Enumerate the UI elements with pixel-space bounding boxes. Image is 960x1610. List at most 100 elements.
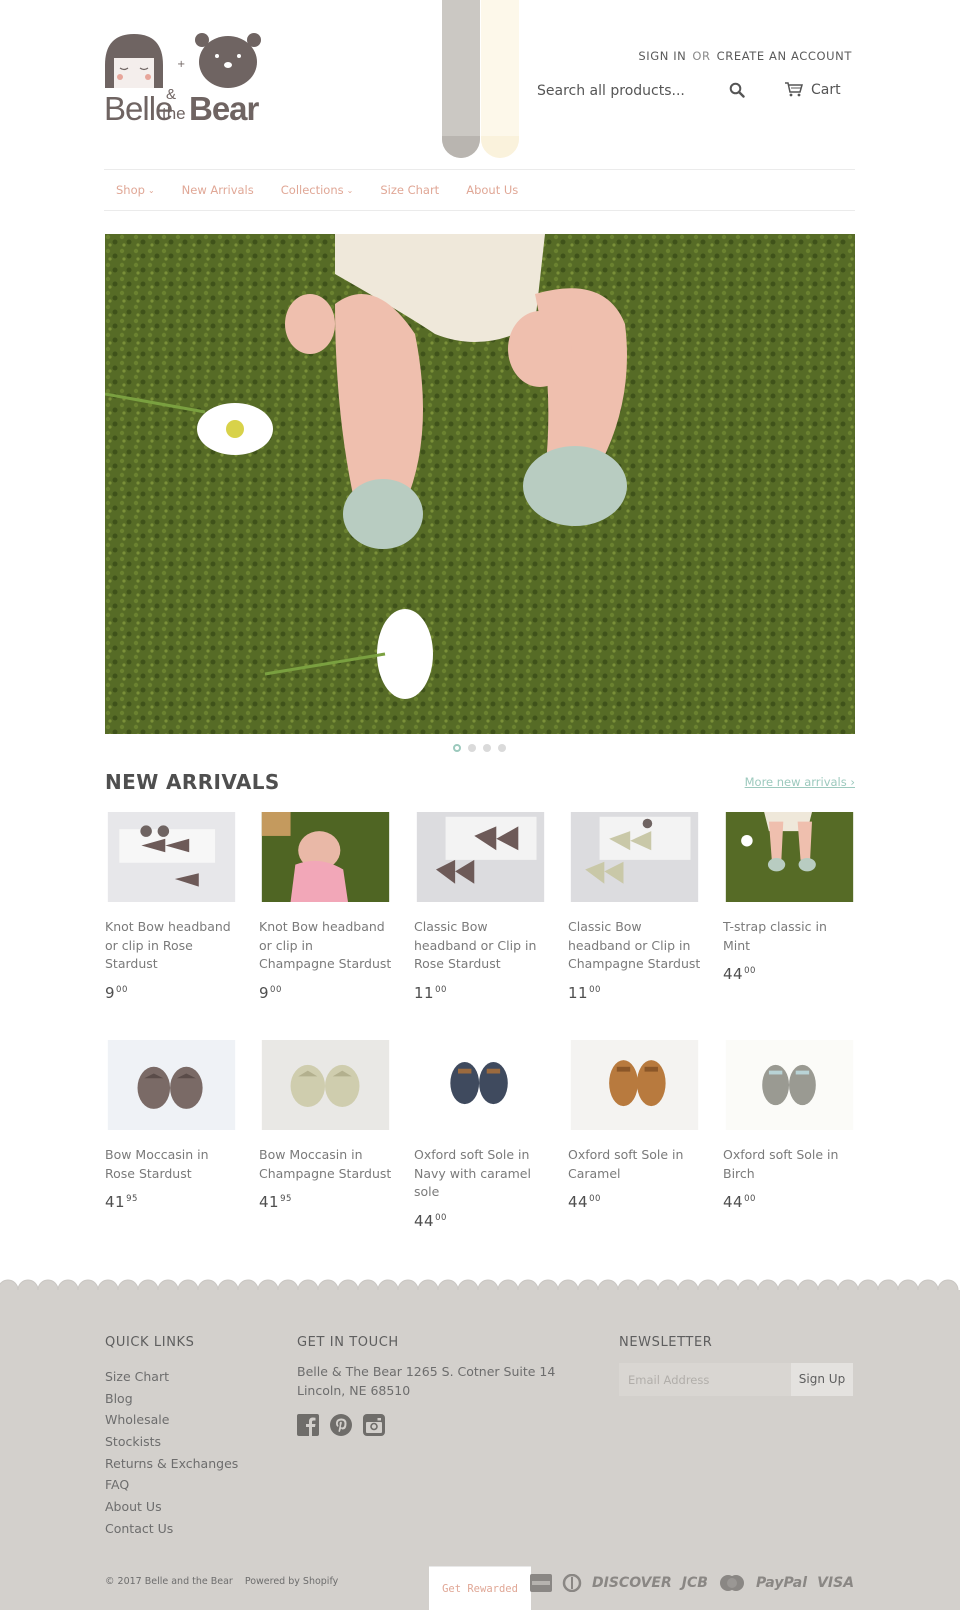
- slide-dot-2[interactable]: [468, 744, 476, 752]
- footer-link-returns[interactable]: Returns & Exchanges: [105, 1453, 238, 1475]
- footer-link-size-chart[interactable]: Size Chart: [105, 1366, 238, 1388]
- search-icon[interactable]: [729, 82, 745, 102]
- price-main: 44: [414, 1212, 435, 1231]
- instagram-icon[interactable]: [363, 1414, 385, 1436]
- product-price: 4195: [259, 1193, 392, 1211]
- product-card[interactable]: Knot Bow headband or clip in Rose Stardu…: [105, 812, 238, 1002]
- new-arrivals-title: NEW ARRIVALS: [105, 770, 280, 794]
- decorative-ribbon-cream: [481, 0, 519, 158]
- product-card[interactable]: Oxford soft Sole in Birch 4400: [723, 1040, 856, 1211]
- pinterest-icon[interactable]: [330, 1414, 352, 1436]
- search-form: [537, 80, 747, 106]
- product-card[interactable]: Oxford soft Sole in Caramel 4400: [568, 1040, 701, 1211]
- quick-links-list: Size Chart Blog Wholesale Stockists Retu…: [105, 1366, 238, 1540]
- paypal-icon: PayPal: [755, 1575, 808, 1591]
- product-name[interactable]: Knot Bow headband or clip in Champagne S…: [259, 918, 392, 974]
- search-input[interactable]: [537, 83, 717, 99]
- product-name[interactable]: Classic Bow headband or Clip in Rose Sta…: [414, 918, 547, 974]
- price-main: 44: [723, 965, 744, 984]
- product-card[interactable]: Classic Bow headband or Clip in Rose Sta…: [414, 812, 547, 1002]
- product-price: 4400: [568, 1193, 701, 1211]
- footer-link-stockists[interactable]: Stockists: [105, 1431, 238, 1453]
- product-image-classic-bow-champagne: [570, 812, 699, 902]
- product-name[interactable]: Oxford soft Sole in Caramel: [568, 1146, 701, 1183]
- nav-item-about-us[interactable]: About Us: [466, 183, 518, 197]
- payment-methods: DISCOVER JCB PayPal VISA: [530, 1574, 854, 1592]
- price-cents: 00: [744, 1194, 756, 1205]
- newsletter-title: NEWSLETTER: [619, 1335, 713, 1350]
- nav-item-collections[interactable]: Collections ⌄: [281, 183, 354, 197]
- product-image-classic-bow-rose: [416, 812, 545, 902]
- more-new-arrivals-link[interactable]: More new arrivals ›: [745, 775, 855, 789]
- footer-link-wholesale[interactable]: Wholesale: [105, 1409, 238, 1431]
- newsletter-signup-button[interactable]: Sign Up: [791, 1363, 853, 1396]
- store-address: Belle & The Bear 1265 S. Cotner Suite 14…: [297, 1364, 556, 1398]
- product-name[interactable]: T-strap classic in Mint: [723, 918, 856, 955]
- product-name[interactable]: Classic Bow headband or Clip in Champagn…: [568, 918, 701, 974]
- product-card[interactable]: Classic Bow headband or Clip in Champagn…: [568, 812, 701, 1002]
- footer-link-faq[interactable]: FAQ: [105, 1474, 238, 1496]
- product-card[interactable]: Bow Moccasin in Rose Stardust 4195: [105, 1040, 238, 1211]
- facebook-icon[interactable]: [297, 1414, 319, 1436]
- or-separator: OR: [692, 49, 711, 63]
- nav-item-shop[interactable]: Shop ⌄: [116, 183, 155, 197]
- product-name[interactable]: Bow Moccasin in Champagne Stardust: [259, 1146, 392, 1183]
- price-cents: 00: [744, 966, 756, 977]
- nav-item-new-arrivals[interactable]: New Arrivals: [182, 183, 254, 197]
- diners-icon: [562, 1574, 582, 1592]
- visa-icon: VISA: [817, 1575, 855, 1591]
- chevron-down-icon: ⌄: [346, 186, 354, 195]
- get-in-touch-title: GET IN TOUCH: [297, 1335, 399, 1350]
- product-name[interactable]: Bow Moccasin in Rose Stardust: [105, 1146, 238, 1183]
- newsletter-email-input[interactable]: [619, 1363, 791, 1396]
- cart-link[interactable]: Cart: [784, 82, 841, 98]
- newsletter-form: Sign Up: [619, 1363, 853, 1396]
- product-card[interactable]: Oxford soft Sole in Navy with caramel so…: [414, 1040, 547, 1230]
- create-account-link[interactable]: CREATE AN ACCOUNT: [717, 49, 852, 63]
- product-card[interactable]: Knot Bow headband or clip in Champagne S…: [259, 812, 392, 1002]
- amex-icon: [530, 1574, 552, 1592]
- price-main: 9: [259, 984, 270, 1003]
- product-name[interactable]: Knot Bow headband or clip in Rose Stardu…: [105, 918, 238, 974]
- social-links: [297, 1414, 385, 1436]
- footer-link-blog[interactable]: Blog: [105, 1388, 238, 1410]
- product-name[interactable]: Oxford soft Sole in Navy with caramel so…: [414, 1146, 547, 1202]
- price-main: 11: [414, 984, 435, 1003]
- product-image-t-strap-mint: [725, 812, 854, 902]
- footer-link-about-us[interactable]: About Us: [105, 1496, 238, 1518]
- product-image-bow-moccasin-champagne: [261, 1040, 390, 1130]
- product-price: 900: [259, 984, 392, 1002]
- price-main: 44: [568, 1193, 589, 1212]
- product-card[interactable]: T-strap classic in Mint 4400: [723, 812, 856, 983]
- site-logo[interactable]: + Belle & the Bear: [104, 32, 261, 128]
- nav-item-label: Collections: [280, 183, 344, 197]
- product-image-knot-bow-champagne: [261, 812, 390, 902]
- price-cents: 00: [435, 985, 447, 996]
- powered-by-link[interactable]: Powered by Shopify: [245, 1576, 338, 1587]
- product-price: 4400: [723, 1193, 856, 1211]
- logo-wordmark: Belle & the Bear: [104, 86, 259, 128]
- logo-ampersand: &: [166, 86, 177, 103]
- price-cents: 00: [116, 985, 128, 996]
- price-cents: 00: [589, 985, 601, 996]
- logo-faces-icon: +: [105, 33, 261, 88]
- slide-dot-4[interactable]: [498, 744, 506, 752]
- slide-dot-1[interactable]: [453, 744, 461, 752]
- price-cents: 00: [589, 1194, 601, 1205]
- hero-slide-image[interactable]: [105, 234, 855, 734]
- product-card[interactable]: Bow Moccasin in Champagne Stardust 4195: [259, 1040, 392, 1211]
- product-price: 900: [105, 984, 238, 1002]
- footer-link-contact-us[interactable]: Contact Us: [105, 1518, 238, 1540]
- product-price: 1100: [568, 984, 701, 1002]
- price-cents: 95: [126, 1194, 138, 1205]
- sign-in-link[interactable]: SIGN IN: [638, 49, 686, 63]
- nav-item-size-chart[interactable]: Size Chart: [380, 183, 439, 197]
- price-main: 41: [105, 1193, 126, 1212]
- slide-dot-3[interactable]: [483, 744, 491, 752]
- product-name[interactable]: Oxford soft Sole in Birch: [723, 1146, 856, 1183]
- get-rewarded-button[interactable]: Get Rewarded: [429, 1566, 531, 1610]
- account-links: SIGN IN OR CREATE AN ACCOUNT: [638, 49, 852, 63]
- nav-item-label: About Us: [466, 183, 519, 197]
- price-main: 44: [723, 1193, 744, 1212]
- discover-icon: DISCOVER: [592, 1575, 672, 1591]
